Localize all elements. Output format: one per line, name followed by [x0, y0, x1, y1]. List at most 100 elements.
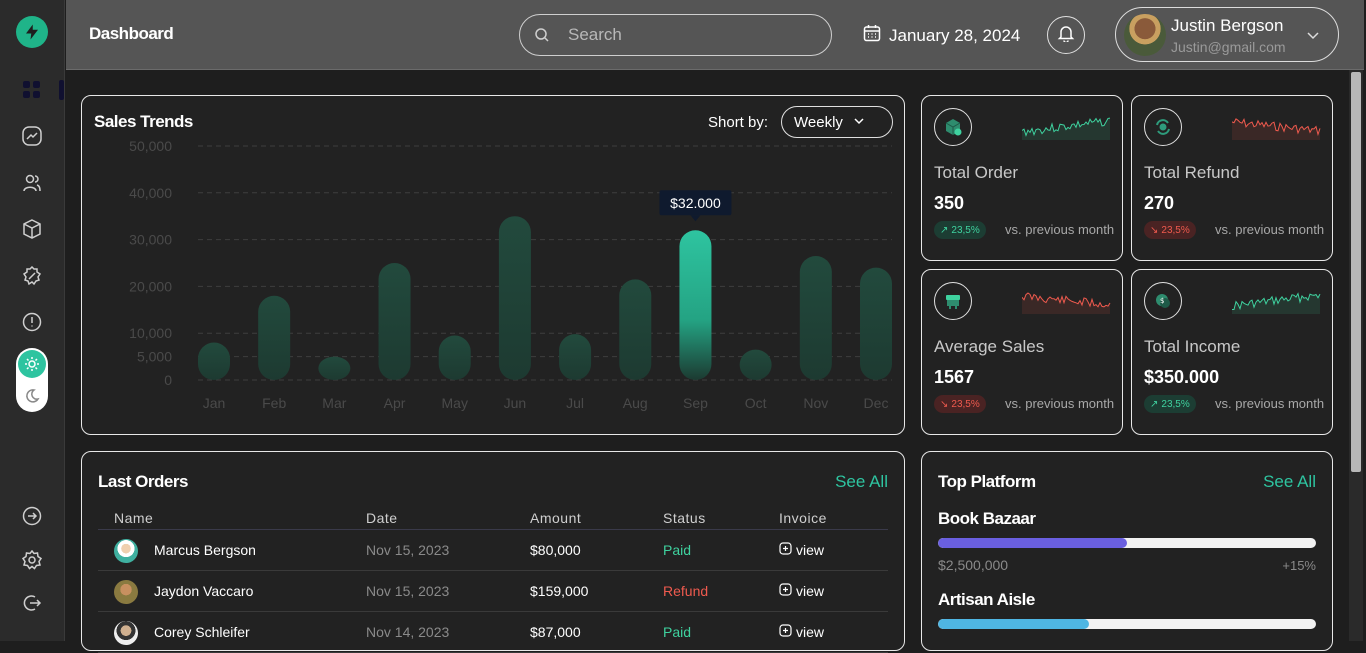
bar: [498, 216, 531, 380]
discount-icon[interactable]: [21, 265, 43, 287]
sales-trends-card: Sales Trends Short by: Weekly 0 5,000 10,0…: [81, 95, 905, 435]
order-status: Paid: [663, 542, 692, 558]
column-header[interactable]: Invoice: [779, 510, 827, 526]
x-tick-label: Jan: [203, 395, 226, 411]
trend-badge: ↗ 23,5%: [934, 221, 986, 239]
logo-icon[interactable]: [16, 16, 48, 48]
y-tick-label: 20,000: [129, 278, 172, 294]
see-all-orders-link[interactable]: See All: [835, 472, 888, 492]
date-text: January 28, 2024: [889, 25, 1021, 45]
stat-label: Total Refund: [1144, 163, 1240, 182]
bar-highlight: [679, 230, 712, 380]
y-tick-label: 50,000: [129, 138, 172, 154]
sparkline: [1232, 292, 1321, 314]
tooltip-pointer: [690, 215, 701, 222]
x-tick-label: Oct: [745, 395, 767, 411]
chevron-down-icon[interactable]: [1306, 28, 1320, 47]
trend-badge: ↗ 23,5%: [1144, 395, 1196, 413]
stat-card-total-refund: Total Refund 270 ↘ 23,5% vs. previous mon…: [1131, 95, 1333, 261]
x-tick-label: Nov: [803, 395, 828, 411]
stat-card-average-sales: Average Sales 1567 ↘ 23,5% vs. previous m…: [921, 269, 1123, 435]
order-amount: $159,000: [530, 583, 589, 599]
coins-icon: $: [1144, 282, 1182, 320]
y-tick-label: 30,000: [129, 232, 172, 248]
invoice-view-link[interactable]: view: [779, 542, 824, 558]
moon-icon[interactable]: [22, 386, 42, 406]
x-tick-label: Jun: [504, 395, 527, 411]
progress-bar: [938, 619, 1316, 629]
stat-card-total-income: $ Total Income $350.000 ↗ 23,5% vs. previ…: [1131, 269, 1333, 435]
trend-down-icon: ↘: [1150, 224, 1159, 236]
progress-fill: [938, 619, 1090, 629]
trend-badge: ↘ 23,5%: [1144, 221, 1196, 239]
invoice-view-link[interactable]: view: [779, 583, 824, 599]
user-email: Justin@gmail.com: [1171, 39, 1286, 55]
x-tick-label: May: [442, 395, 468, 411]
order-date: Nov 15, 2023: [366, 583, 450, 599]
table-row[interactable]: Jaydon Vaccaro Nov 15, 2023 $159,000 Ref…: [98, 571, 888, 612]
search-icon: [534, 27, 550, 48]
settings-icon[interactable]: [21, 549, 43, 571]
platform-percent: +15%: [1282, 558, 1316, 573]
trend-up-icon: ↗: [940, 224, 949, 236]
logout-icon[interactable]: [21, 592, 43, 614]
login-icon[interactable]: [21, 505, 43, 527]
bar: [739, 349, 772, 380]
order-date: Nov 15, 2023: [366, 542, 450, 558]
table-row[interactable]: Marcus Bergson Nov 15, 2023 $80,000 Paid…: [98, 530, 888, 571]
theme-toggle[interactable]: [16, 348, 48, 412]
column-header[interactable]: Status: [663, 510, 706, 526]
info-icon[interactable]: [21, 311, 43, 333]
table-row[interactable]: Corey Schleifer Nov 14, 2023 $87,000 Pai…: [98, 612, 888, 653]
progress-bar: [938, 538, 1316, 548]
analytics-icon[interactable]: [21, 125, 43, 147]
trend-down-icon: ↘: [940, 398, 949, 410]
bell-icon: [1057, 24, 1075, 47]
order-amount: $80,000: [530, 542, 581, 558]
date-display: January 28, 2024: [863, 24, 1020, 47]
tooltip-value: $32.000: [670, 195, 721, 211]
top-bar: Dashboard January 28, 2024 Justin Bergso…: [66, 0, 1364, 70]
x-tick-label: Mar: [322, 395, 346, 411]
y-tick-label: 5,000: [137, 349, 172, 365]
search-input[interactable]: [568, 24, 808, 46]
box-icon[interactable]: [21, 218, 43, 240]
column-header[interactable]: Amount: [530, 510, 581, 526]
invoice-view-link[interactable]: view: [779, 624, 824, 640]
refund-icon: [1144, 108, 1182, 146]
users-icon[interactable]: [21, 172, 43, 194]
dashboard-icon[interactable]: [21, 79, 43, 101]
bar: [438, 335, 471, 380]
platform-name: Artisan Aisle: [938, 590, 1035, 609]
x-tick-label: Aug: [623, 395, 648, 411]
user-menu[interactable]: Justin Bergson Justin@gmail.com: [1115, 7, 1339, 62]
sun-icon[interactable]: [18, 350, 46, 378]
svg-text:$: $: [1160, 297, 1164, 305]
sales-chart: 0 5,000 10,000 20,000 30,000 40,000 50,000 Jan…: [129, 138, 892, 411]
y-tick-label: 10,000: [129, 325, 172, 341]
x-tick-label: Feb: [262, 395, 286, 411]
order-name: Marcus Bergson: [154, 542, 256, 558]
active-indicator: [59, 80, 64, 100]
x-tick-label: Apr: [384, 395, 406, 411]
order-status: Refund: [663, 583, 709, 599]
sparkline: [1232, 118, 1321, 140]
see-all-platform-link[interactable]: See All: [1263, 472, 1316, 492]
x-tick-label: Dec: [864, 395, 889, 411]
order-name: Corey Schleifer: [154, 624, 250, 640]
column-header[interactable]: Date: [366, 510, 398, 526]
document-icon: [779, 542, 792, 558]
order-date: Nov 14, 2023: [366, 624, 450, 640]
stat-value: 350: [934, 193, 965, 213]
column-header[interactable]: Name: [114, 510, 153, 526]
y-tick-label: 40,000: [129, 185, 172, 201]
search-box[interactable]: [519, 14, 832, 56]
scroll-thumb[interactable]: [1351, 72, 1361, 472]
notification-button[interactable]: [1047, 16, 1085, 54]
bar: [619, 279, 652, 380]
x-tick-label: Jul: [566, 395, 584, 411]
avatar: [114, 539, 138, 563]
trend-up-icon: ↗: [1150, 398, 1159, 410]
store-icon: [934, 282, 972, 320]
scrollbar[interactable]: [1349, 70, 1363, 641]
